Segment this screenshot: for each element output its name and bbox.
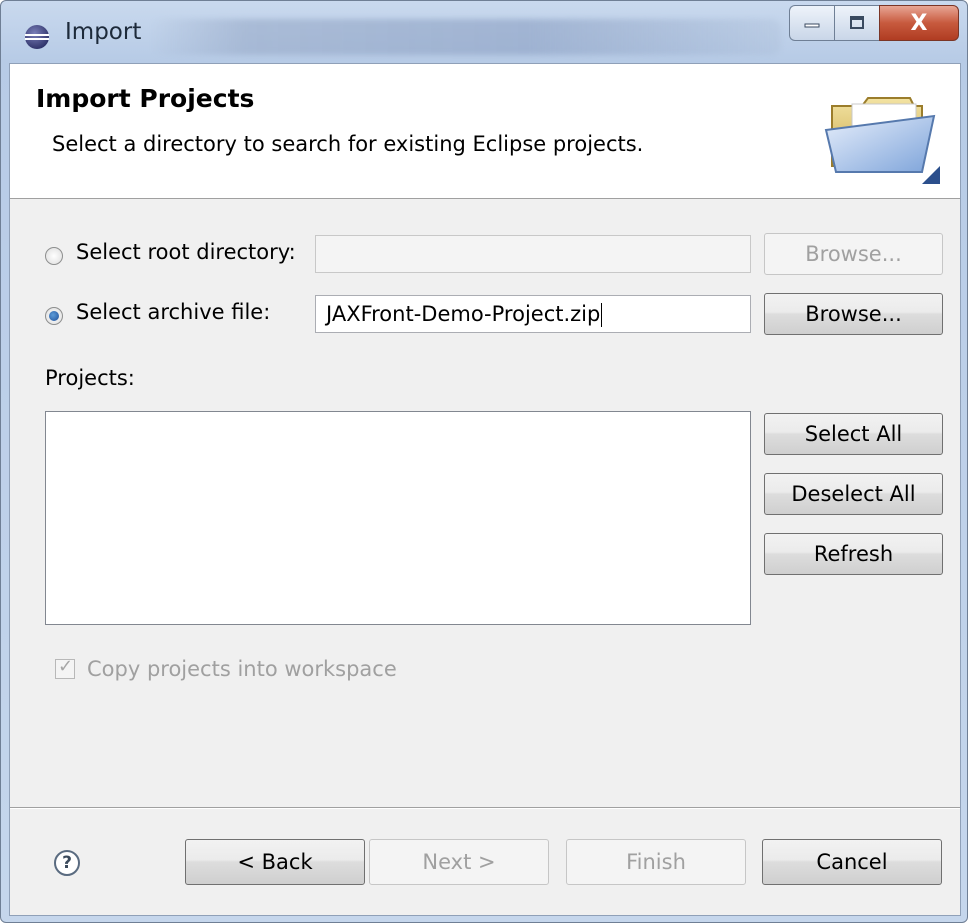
maximize-button[interactable] — [834, 5, 879, 41]
dialog-body: Import Projects Select a directory to se… — [9, 63, 961, 916]
root-directory-field[interactable] — [315, 235, 751, 273]
finish-button[interactable]: Finish — [566, 839, 746, 885]
root-directory-label: Select root directory: — [76, 240, 296, 264]
browse-root-directory-button[interactable]: Browse... — [764, 233, 943, 275]
close-button[interactable]: X — [879, 5, 959, 41]
page-description: Select a directory to search for existin… — [52, 132, 644, 156]
root-directory-radio[interactable] — [45, 247, 63, 265]
browse-archive-file-button[interactable]: Browse... — [764, 293, 943, 335]
close-icon: X — [910, 10, 928, 36]
import-dialog: Import X Import Projects Select a direct… — [0, 0, 968, 923]
maximize-icon — [850, 16, 864, 29]
cancel-button[interactable]: Cancel — [762, 839, 942, 885]
select-all-button[interactable]: Select All — [764, 413, 943, 455]
archive-file-field[interactable]: JAXFront-Demo-Project.zip — [315, 295, 751, 333]
window-controls: X — [789, 5, 959, 41]
copy-projects-checkbox[interactable]: ✓ — [55, 656, 75, 679]
refresh-button[interactable]: Refresh — [764, 533, 943, 575]
checkmark-icon: ✓ — [58, 656, 74, 677]
wizard-header: Import Projects Select a directory to se… — [10, 64, 960, 199]
back-button[interactable]: < Back — [185, 839, 365, 885]
projects-label: Projects: — [45, 366, 135, 390]
page-title: Import Projects — [36, 84, 255, 113]
archive-file-label: Select archive file: — [76, 300, 271, 324]
minimize-icon — [804, 23, 820, 28]
background-blur — [151, 19, 781, 55]
help-icon[interactable]: ? — [54, 850, 80, 876]
folder-icon — [824, 97, 940, 184]
window-title: Import — [65, 19, 142, 45]
next-button[interactable]: Next > — [369, 839, 549, 885]
footer-separator — [10, 807, 960, 809]
projects-list[interactable] — [45, 411, 751, 625]
minimize-button[interactable] — [789, 5, 834, 41]
text-cursor — [601, 303, 603, 327]
deselect-all-button[interactable]: Deselect All — [764, 473, 943, 515]
archive-file-radio[interactable] — [45, 307, 63, 325]
title-bar: Import X — [1, 1, 967, 63]
eclipse-icon — [25, 25, 49, 49]
copy-projects-label: Copy projects into workspace — [87, 657, 397, 681]
archive-file-value: JAXFront-Demo-Project.zip — [326, 302, 601, 326]
